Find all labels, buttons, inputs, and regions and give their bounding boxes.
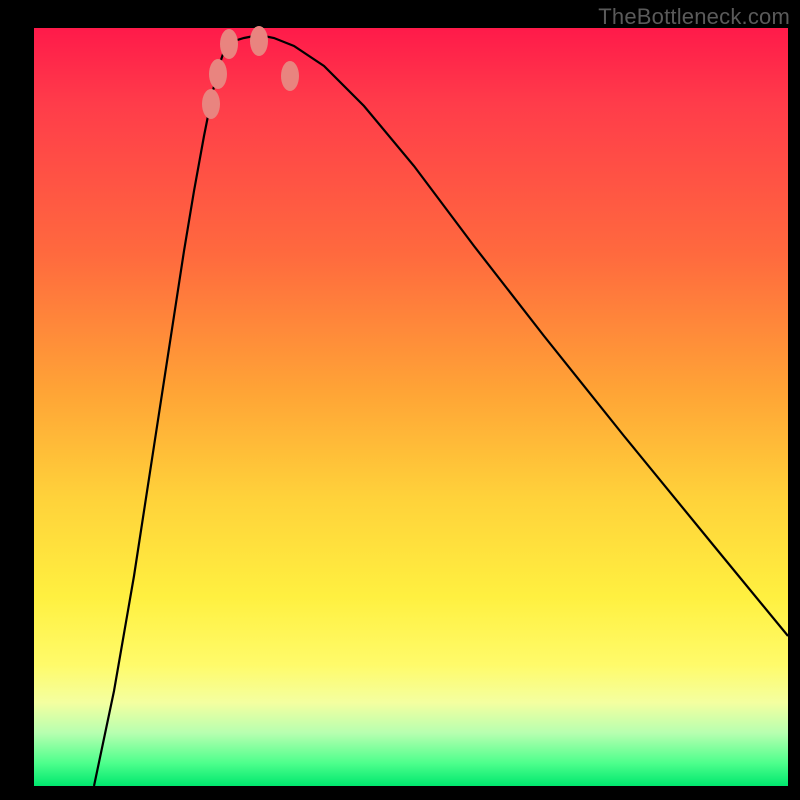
marker-right <box>281 61 299 91</box>
marker-bottom-left <box>220 29 238 59</box>
marker-left-upper <box>202 89 220 119</box>
marker-bottom-right <box>250 26 268 56</box>
plot-area <box>34 28 788 786</box>
watermark-text: TheBottleneck.com <box>598 4 790 30</box>
marker-left-lower <box>209 59 227 89</box>
marker-group <box>202 26 299 119</box>
curve-layer <box>34 28 788 786</box>
chart-frame: TheBottleneck.com <box>0 0 800 800</box>
bottleneck-curve <box>94 36 788 786</box>
